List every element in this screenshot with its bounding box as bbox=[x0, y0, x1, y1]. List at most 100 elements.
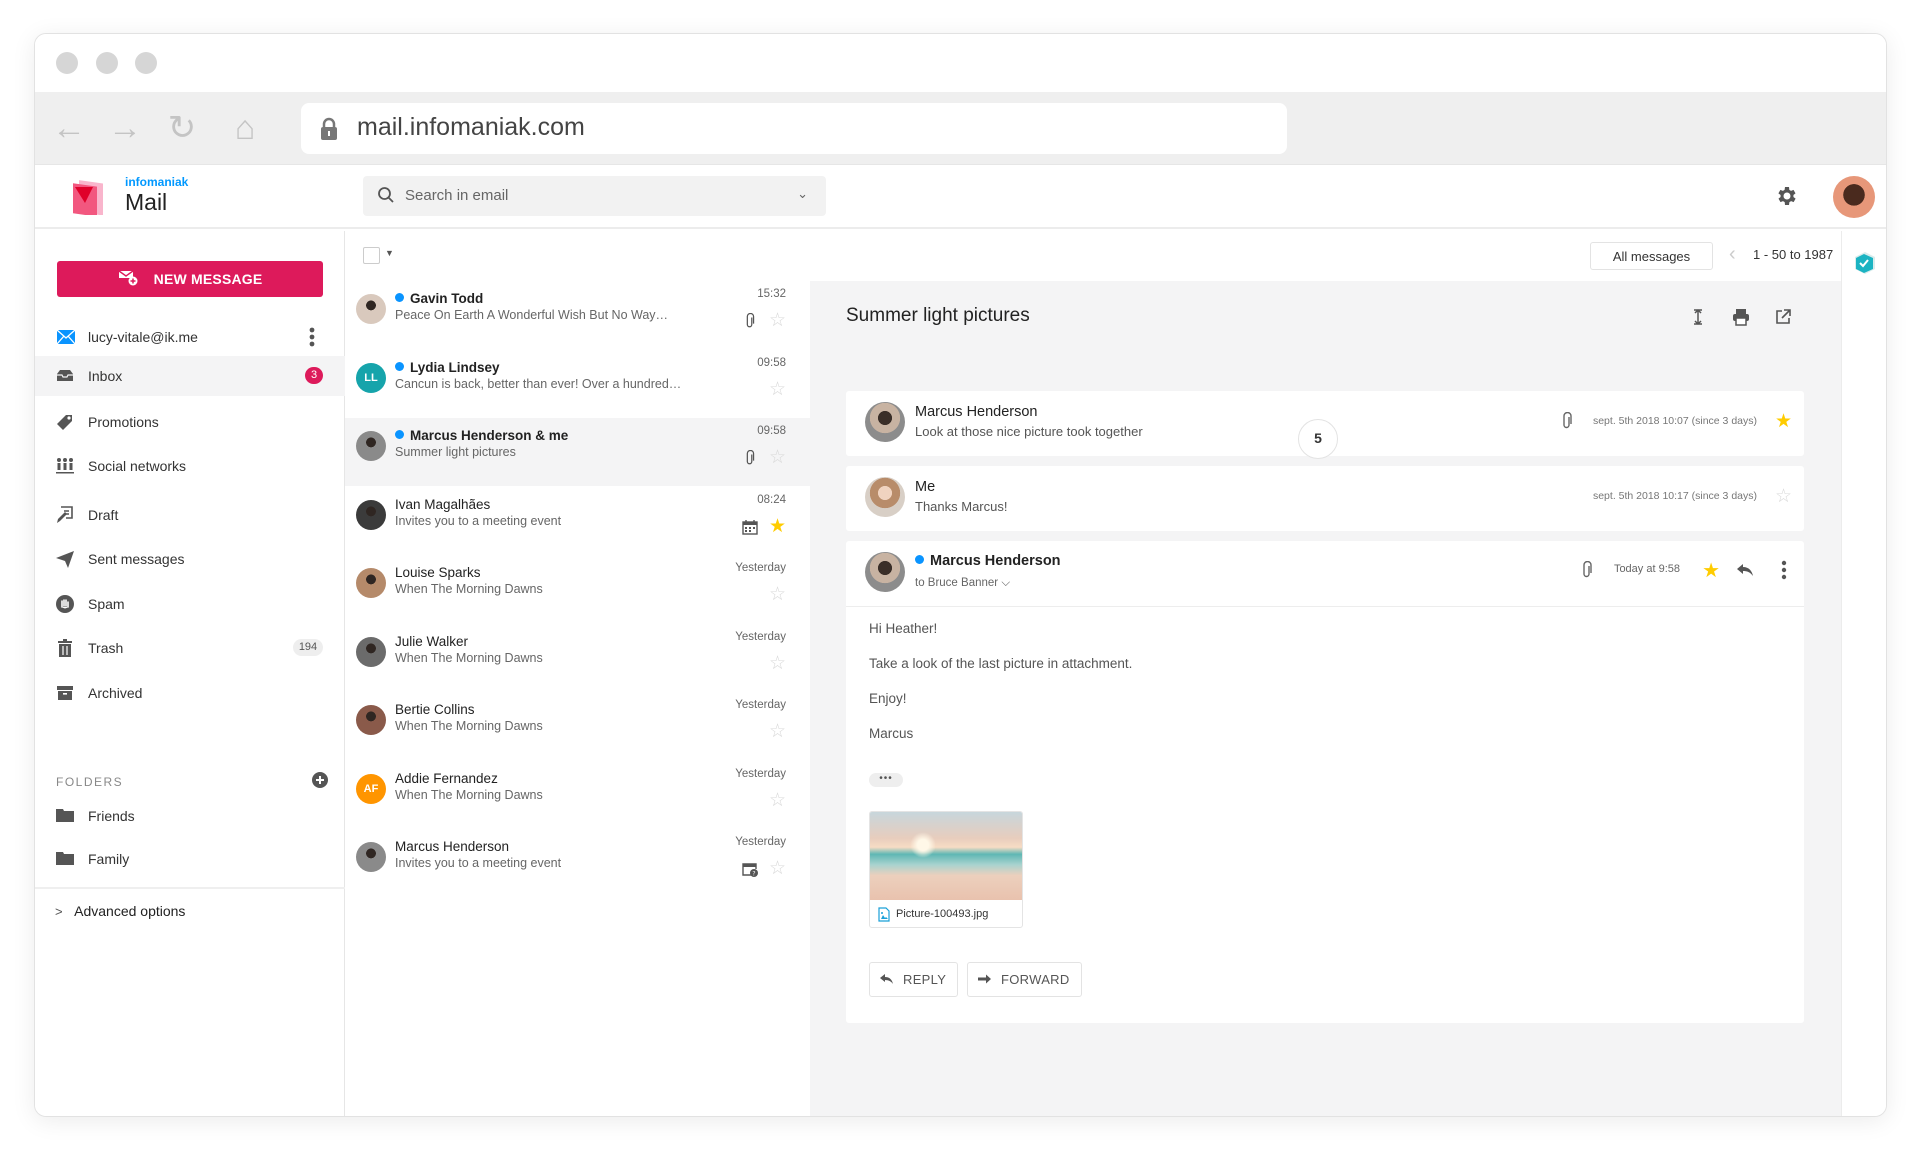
add-folder-icon[interactable] bbox=[311, 771, 329, 789]
window-minimize-button[interactable] bbox=[96, 52, 118, 74]
user-avatar[interactable] bbox=[1833, 176, 1875, 218]
message-list: Gavin Todd Peace On Earth A Wonderful Wis… bbox=[345, 281, 810, 1116]
open-external-icon[interactable] bbox=[1773, 307, 1793, 327]
account-more-icon[interactable] bbox=[305, 325, 319, 349]
attachment-filename-row: Picture-100493.jpg bbox=[870, 902, 1022, 927]
sender-name: Bertie Collins bbox=[395, 702, 475, 717]
sidebar-item-archived[interactable]: Archived bbox=[35, 673, 345, 713]
sidebar-item-social-networks[interactable]: Social networks bbox=[35, 446, 345, 486]
attachment-card[interactable]: Picture-100493.jpg bbox=[869, 811, 1023, 928]
message-time: 09:58 bbox=[757, 425, 786, 437]
forward-button[interactable]: FORWARD bbox=[967, 962, 1082, 997]
back-arrow-icon[interactable]: ← bbox=[49, 110, 89, 150]
reply-button[interactable]: REPLY bbox=[869, 962, 958, 997]
message-list-item[interactable]: Ivan Magalhães Invites you to a meeting e… bbox=[345, 487, 810, 555]
search-icon bbox=[378, 187, 394, 203]
attachment-icon bbox=[1563, 412, 1572, 429]
message-time: Yesterday bbox=[735, 562, 786, 574]
sidebar-item-trash[interactable]: Trash 194 bbox=[35, 628, 345, 668]
account-email: lucy-vitale@ik.me bbox=[88, 329, 198, 345]
search-options-chevron-icon[interactable]: ⌄ bbox=[797, 186, 808, 202]
recipients-toggle[interactable]: to Bruce Banner ⌵ bbox=[915, 577, 1010, 590]
sidebar-item-spam[interactable]: Spam bbox=[35, 584, 345, 624]
sender-avatar bbox=[356, 499, 386, 530]
star-icon[interactable]: ☆ bbox=[769, 446, 786, 469]
thread-subject: Summer light pictures bbox=[846, 305, 1030, 326]
trash-icon bbox=[58, 639, 72, 657]
folder-icon bbox=[56, 852, 74, 865]
star-icon[interactable]: ☆ bbox=[769, 583, 786, 606]
star-icon[interactable]: ☆ bbox=[769, 789, 786, 812]
sender-avatar bbox=[356, 294, 386, 324]
sender-name: Addie Fernandez bbox=[395, 771, 498, 786]
url-field[interactable]: mail.infomaniak.com bbox=[301, 103, 1287, 154]
sidebar-item-inbox[interactable]: Inbox 3 bbox=[35, 356, 345, 396]
select-options-caret-icon[interactable]: ▼ bbox=[385, 248, 394, 258]
forward-arrow-icon[interactable]: → bbox=[105, 110, 145, 150]
expand-all-icon[interactable] bbox=[1688, 307, 1708, 327]
star-icon[interactable]: ★ bbox=[1775, 410, 1792, 433]
attachment-thumbnail bbox=[870, 812, 1022, 900]
search-input[interactable]: Search in email ⌄ bbox=[363, 176, 826, 216]
select-all-checkbox[interactable] bbox=[363, 247, 380, 264]
message-date: sept. 5th 2018 10:07 (since 3 days) bbox=[1592, 415, 1757, 427]
folder-item-family[interactable]: Family bbox=[35, 839, 345, 879]
window-maximize-button[interactable] bbox=[135, 52, 157, 74]
more-options-icon[interactable] bbox=[1780, 559, 1788, 581]
sender-name: Lydia Lindsey bbox=[395, 360, 500, 375]
reload-icon[interactable]: ↻ bbox=[162, 110, 202, 150]
sidebar-item-sent-messages[interactable]: Sent messages bbox=[35, 539, 345, 579]
star-icon[interactable]: ☆ bbox=[769, 309, 786, 332]
new-message-button[interactable]: NEW MESSAGE bbox=[57, 261, 323, 297]
title-bar bbox=[35, 34, 1886, 92]
thumbnail-sun bbox=[910, 832, 936, 858]
message-list-item[interactable]: Bertie Collins When The Morning Dawns Yest… bbox=[345, 692, 810, 760]
attachment-icon bbox=[746, 313, 755, 328]
home-icon[interactable]: ⌂ bbox=[225, 110, 265, 150]
list-toolbar: ▼ All messages ‹ 1 - 50 to 1987 › bbox=[345, 231, 1852, 281]
sidebar-item-promotions[interactable]: Promotions bbox=[35, 402, 345, 442]
star-icon[interactable]: ★ bbox=[769, 515, 786, 538]
message-list-item[interactable]: Gavin Todd Peace On Earth A Wonderful Wis… bbox=[345, 281, 810, 349]
chevron-down-icon: ⌵ bbox=[1001, 577, 1011, 589]
previous-page-chevron-icon[interactable]: ‹ bbox=[1729, 243, 1736, 266]
account-row[interactable]: lucy-vitale@ik.me bbox=[35, 323, 345, 353]
sender-name-text: Marcus Henderson bbox=[395, 839, 510, 854]
sender-avatar bbox=[356, 431, 386, 461]
message-list-item[interactable]: Marcus Henderson & me Summer light pictur… bbox=[345, 418, 810, 486]
reply-icon[interactable] bbox=[1736, 562, 1754, 578]
sidebar-divider bbox=[35, 887, 345, 889]
thread-message-collapsed[interactable]: Me Thanks Marcus! sept. 5th 2018 10:17 (… bbox=[846, 466, 1804, 531]
attachment-icon bbox=[746, 450, 755, 465]
star-icon[interactable]: ☆ bbox=[769, 857, 786, 880]
message-list-item[interactable]: AF Addie Fernandez When The Morning Dawns Y… bbox=[345, 761, 810, 829]
star-icon[interactable]: ☆ bbox=[769, 378, 786, 401]
star-icon[interactable]: ☆ bbox=[769, 720, 786, 743]
sidebar-item-label: Inbox bbox=[88, 368, 123, 384]
sender-avatar bbox=[356, 842, 386, 872]
message-filter-select[interactable]: All messages bbox=[1590, 242, 1713, 270]
address-bar: ← → ↻ ⌂ mail.infomaniak.com bbox=[35, 92, 1886, 165]
print-icon[interactable] bbox=[1731, 307, 1751, 327]
draft-icon bbox=[57, 506, 73, 523]
sidebar-item-draft[interactable]: Draft bbox=[35, 495, 345, 535]
advanced-options-toggle[interactable]: > Advanced options bbox=[55, 903, 185, 919]
message-list-item[interactable]: LL Lydia Lindsey Cancun is back, better th… bbox=[345, 350, 810, 418]
window-close-button[interactable] bbox=[56, 52, 78, 74]
show-quoted-text-button[interactable]: ••• bbox=[869, 773, 903, 787]
sidebar-item-label: Archived bbox=[88, 685, 143, 701]
message-list-item[interactable]: Louise Sparks When The Morning Dawns Yeste… bbox=[345, 555, 810, 623]
tasks-app-icon[interactable] bbox=[1854, 251, 1876, 275]
message-subject: Peace On Earth A Wonderful Wish But No W… bbox=[395, 308, 669, 322]
hidden-messages-count-button[interactable]: 5 bbox=[1298, 419, 1338, 459]
star-icon[interactable]: ☆ bbox=[1775, 485, 1792, 508]
folder-item-friends[interactable]: Friends bbox=[35, 796, 345, 836]
star-icon[interactable]: ★ bbox=[1702, 558, 1720, 583]
people-icon bbox=[56, 458, 74, 474]
message-list-item[interactable]: Julie Walker When The Morning Dawns Yester… bbox=[345, 624, 810, 692]
star-icon[interactable]: ☆ bbox=[769, 652, 786, 675]
attachment-filename: Picture-100493.jpg bbox=[896, 908, 989, 920]
reading-pane: Summer light pictures Marcus Henderson L… bbox=[810, 281, 1841, 1116]
message-list-item[interactable]: Marcus Henderson Invites you to a meeting… bbox=[345, 829, 810, 897]
settings-gear-icon[interactable] bbox=[1774, 184, 1798, 208]
